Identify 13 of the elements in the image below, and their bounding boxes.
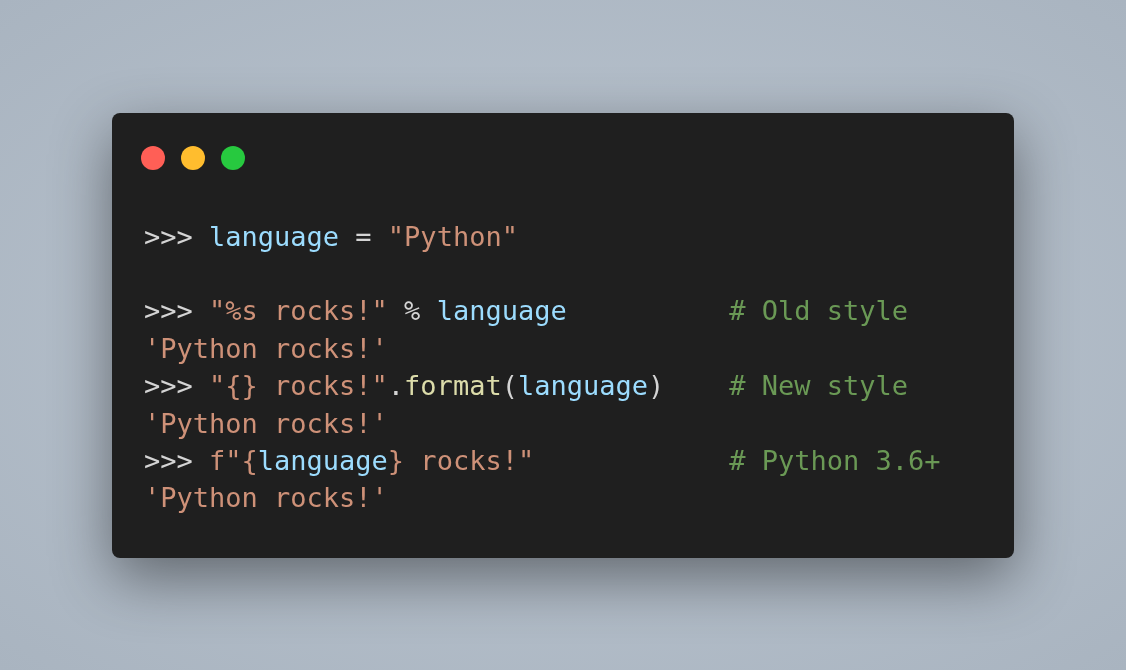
code-line: 'Python rocks!' (144, 481, 389, 516)
code-line: >>> f"{language} rocks!" (144, 443, 536, 478)
code-comment: # New style (729, 369, 908, 404)
code-comment: # Old style (729, 294, 908, 329)
minimize-icon[interactable] (181, 145, 205, 170)
code-line: >>> language = "Python" (144, 219, 519, 254)
code-line: 'Python rocks!' (144, 406, 389, 441)
code-line: >>> "{} rocks!".format(language) (144, 369, 666, 404)
code-comment: # Python 3.6+ (729, 443, 941, 478)
code-line: 'Python rocks!' (144, 331, 389, 366)
maximize-icon[interactable] (221, 145, 245, 170)
close-icon[interactable] (141, 145, 165, 170)
code-line: >>> "%s rocks!" % language (144, 294, 568, 329)
